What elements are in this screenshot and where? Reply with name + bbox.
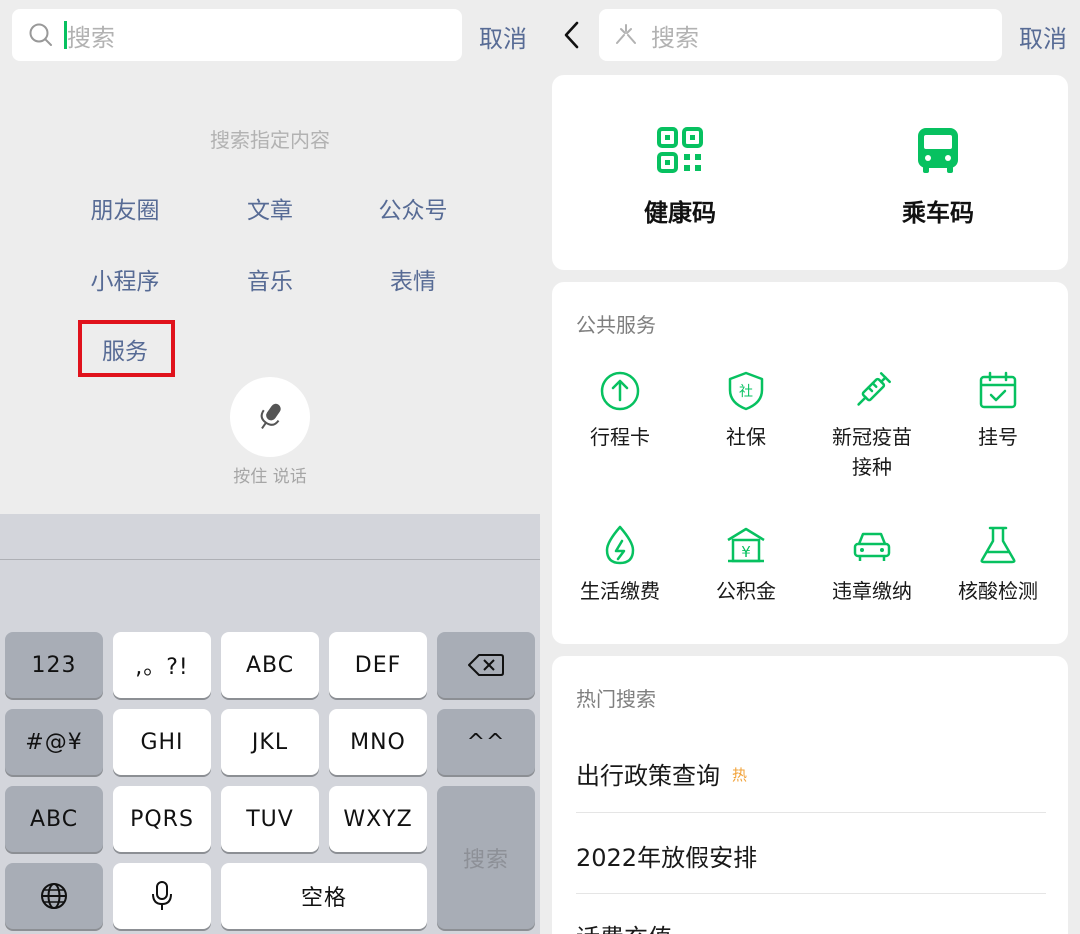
service-label: 行程卡 xyxy=(590,425,650,449)
svg-text:¥: ¥ xyxy=(741,543,751,561)
service-label-line2: 接种 xyxy=(852,455,892,479)
search-icon xyxy=(29,23,52,46)
service-registration[interactable]: 挂号 xyxy=(935,370,1061,452)
cancel-button[interactable]: 取消 xyxy=(1019,19,1067,54)
key-123[interactable]: 123 xyxy=(5,632,103,698)
service-itinerary-card[interactable]: 行程卡 xyxy=(557,370,683,452)
key-wxyz[interactable]: WXYZ xyxy=(329,786,427,852)
voice-search-button[interactable] xyxy=(230,377,310,457)
hot-search-card: 热门搜索 出行政策查询热 2022年放假安排 话费充值 xyxy=(552,656,1068,934)
hot-search-text: 2022年放假安排 xyxy=(576,844,758,872)
hot-search-text: 话费充值 xyxy=(576,924,672,934)
health-code-item[interactable]: 健康码 xyxy=(580,75,780,270)
hot-badge: 热 xyxy=(732,766,748,784)
quick-codes-card: 健康码 乘车码 xyxy=(552,75,1068,270)
search-input[interactable]: 搜索 xyxy=(651,18,699,53)
search-key[interactable]: 搜索 xyxy=(437,786,535,929)
service-label: 生活缴费 xyxy=(580,579,660,603)
arrow-up-circle-icon xyxy=(600,371,640,411)
qr-code-icon xyxy=(657,127,703,173)
service-traffic-fine[interactable]: 违章缴纳 xyxy=(809,524,935,606)
key-abc[interactable]: ABC xyxy=(221,632,319,698)
key-pqrs[interactable]: PQRS xyxy=(113,786,211,852)
key-abc-switch[interactable]: ABC xyxy=(5,786,103,852)
cancel-button[interactable]: 取消 xyxy=(479,19,527,54)
car-icon xyxy=(853,532,891,561)
service-label: 社保 xyxy=(726,425,766,449)
key-mno[interactable]: MNO xyxy=(329,709,427,775)
section-title: 热门搜索 xyxy=(576,687,656,711)
voice-hint: 按住 说话 xyxy=(233,467,307,487)
section-title: 公共服务 xyxy=(576,313,656,337)
keyboard-suggestion-bar xyxy=(0,514,540,560)
key-def[interactable]: DEF xyxy=(329,632,427,698)
svg-text:社: 社 xyxy=(739,384,753,400)
service-search-icon xyxy=(616,24,636,44)
scope-music[interactable]: 音乐 xyxy=(198,262,342,296)
hot-search-item[interactable]: 2022年放假安排 xyxy=(576,838,757,873)
service-label: 核酸检测 xyxy=(958,579,1038,603)
scope-official-accounts[interactable]: 公众号 xyxy=(341,191,485,225)
bus-icon xyxy=(918,128,958,173)
right-service-search-screen: 搜索 取消 健康码 乘车码 公共服务 行程卡 社 社保 新冠疫苗 接种 挂号 生… xyxy=(540,0,1080,934)
service-label: 违章缴纳 xyxy=(832,579,912,603)
hot-search-item[interactable]: 话费充值 xyxy=(576,918,672,934)
service-label: 公积金 xyxy=(716,579,776,603)
scope-moments[interactable]: 朋友圈 xyxy=(53,191,197,225)
key-jkl[interactable]: JKL xyxy=(221,709,319,775)
hot-search-text: 出行政策查询 xyxy=(576,762,720,790)
house-yen-icon: ¥ xyxy=(727,527,765,563)
highlight-box xyxy=(78,320,175,377)
keyboard: 123 ,。?! ABC DEF #@¥ GHI JKL MNO ^^ ABC … xyxy=(0,514,540,934)
syringe-icon xyxy=(857,372,891,406)
search-bar[interactable]: 搜索 xyxy=(12,9,462,61)
left-search-screen: 搜索 取消 搜索指定内容 朋友圈 文章 公众号 小程序 音乐 表情 服务 按住 … xyxy=(0,0,540,934)
divider xyxy=(576,893,1046,894)
microphone-icon xyxy=(260,403,281,430)
service-label: 新冠疫苗 xyxy=(832,425,912,449)
key-emoticon[interactable]: ^^ xyxy=(437,709,535,775)
public-services-card: 公共服务 行程卡 社 社保 新冠疫苗 接种 挂号 生活缴费 ¥ 公积金 违章缴纳… xyxy=(552,282,1068,644)
flask-icon xyxy=(980,526,1016,564)
service-label: 挂号 xyxy=(978,425,1018,449)
hot-search-item[interactable]: 出行政策查询热 xyxy=(576,756,747,791)
droplet-bolt-icon xyxy=(605,525,635,565)
search-scope-hint: 搜索指定内容 xyxy=(210,128,330,152)
service-social-security[interactable]: 社 社保 xyxy=(683,370,809,452)
space-key[interactable]: 空格 xyxy=(221,863,427,929)
key-ghi[interactable]: GHI xyxy=(113,709,211,775)
service-vaccination[interactable]: 新冠疫苗 接种 xyxy=(809,370,935,482)
service-nucleic-test[interactable]: 核酸检测 xyxy=(935,524,1061,606)
scope-stickers[interactable]: 表情 xyxy=(341,262,485,296)
scope-mini-programs[interactable]: 小程序 xyxy=(53,262,197,296)
backspace-icon xyxy=(468,654,504,676)
search-bar[interactable]: 搜索 xyxy=(599,9,1002,61)
globe-icon xyxy=(41,883,67,909)
service-housing-fund[interactable]: ¥ 公积金 xyxy=(683,524,809,606)
backspace-key[interactable] xyxy=(437,632,535,698)
globe-key[interactable] xyxy=(5,863,103,929)
dictation-key[interactable] xyxy=(113,863,211,929)
divider xyxy=(576,812,1046,813)
key-symbols[interactable]: #@¥ xyxy=(5,709,103,775)
back-icon[interactable] xyxy=(562,20,582,50)
scope-articles[interactable]: 文章 xyxy=(198,191,342,225)
health-code-label: 健康码 xyxy=(644,199,716,227)
microphone-icon xyxy=(152,881,172,910)
key-punctuation[interactable]: ,。?! xyxy=(113,632,211,698)
key-tuv[interactable]: TUV xyxy=(221,786,319,852)
ride-code-label: 乘车码 xyxy=(902,199,974,227)
shield-icon: 社 xyxy=(728,371,764,411)
calendar-check-icon xyxy=(979,371,1017,409)
ride-code-item[interactable]: 乘车码 xyxy=(838,75,1038,270)
service-utility-payment[interactable]: 生活缴费 xyxy=(557,524,683,606)
search-input[interactable]: 搜索 xyxy=(67,18,115,53)
